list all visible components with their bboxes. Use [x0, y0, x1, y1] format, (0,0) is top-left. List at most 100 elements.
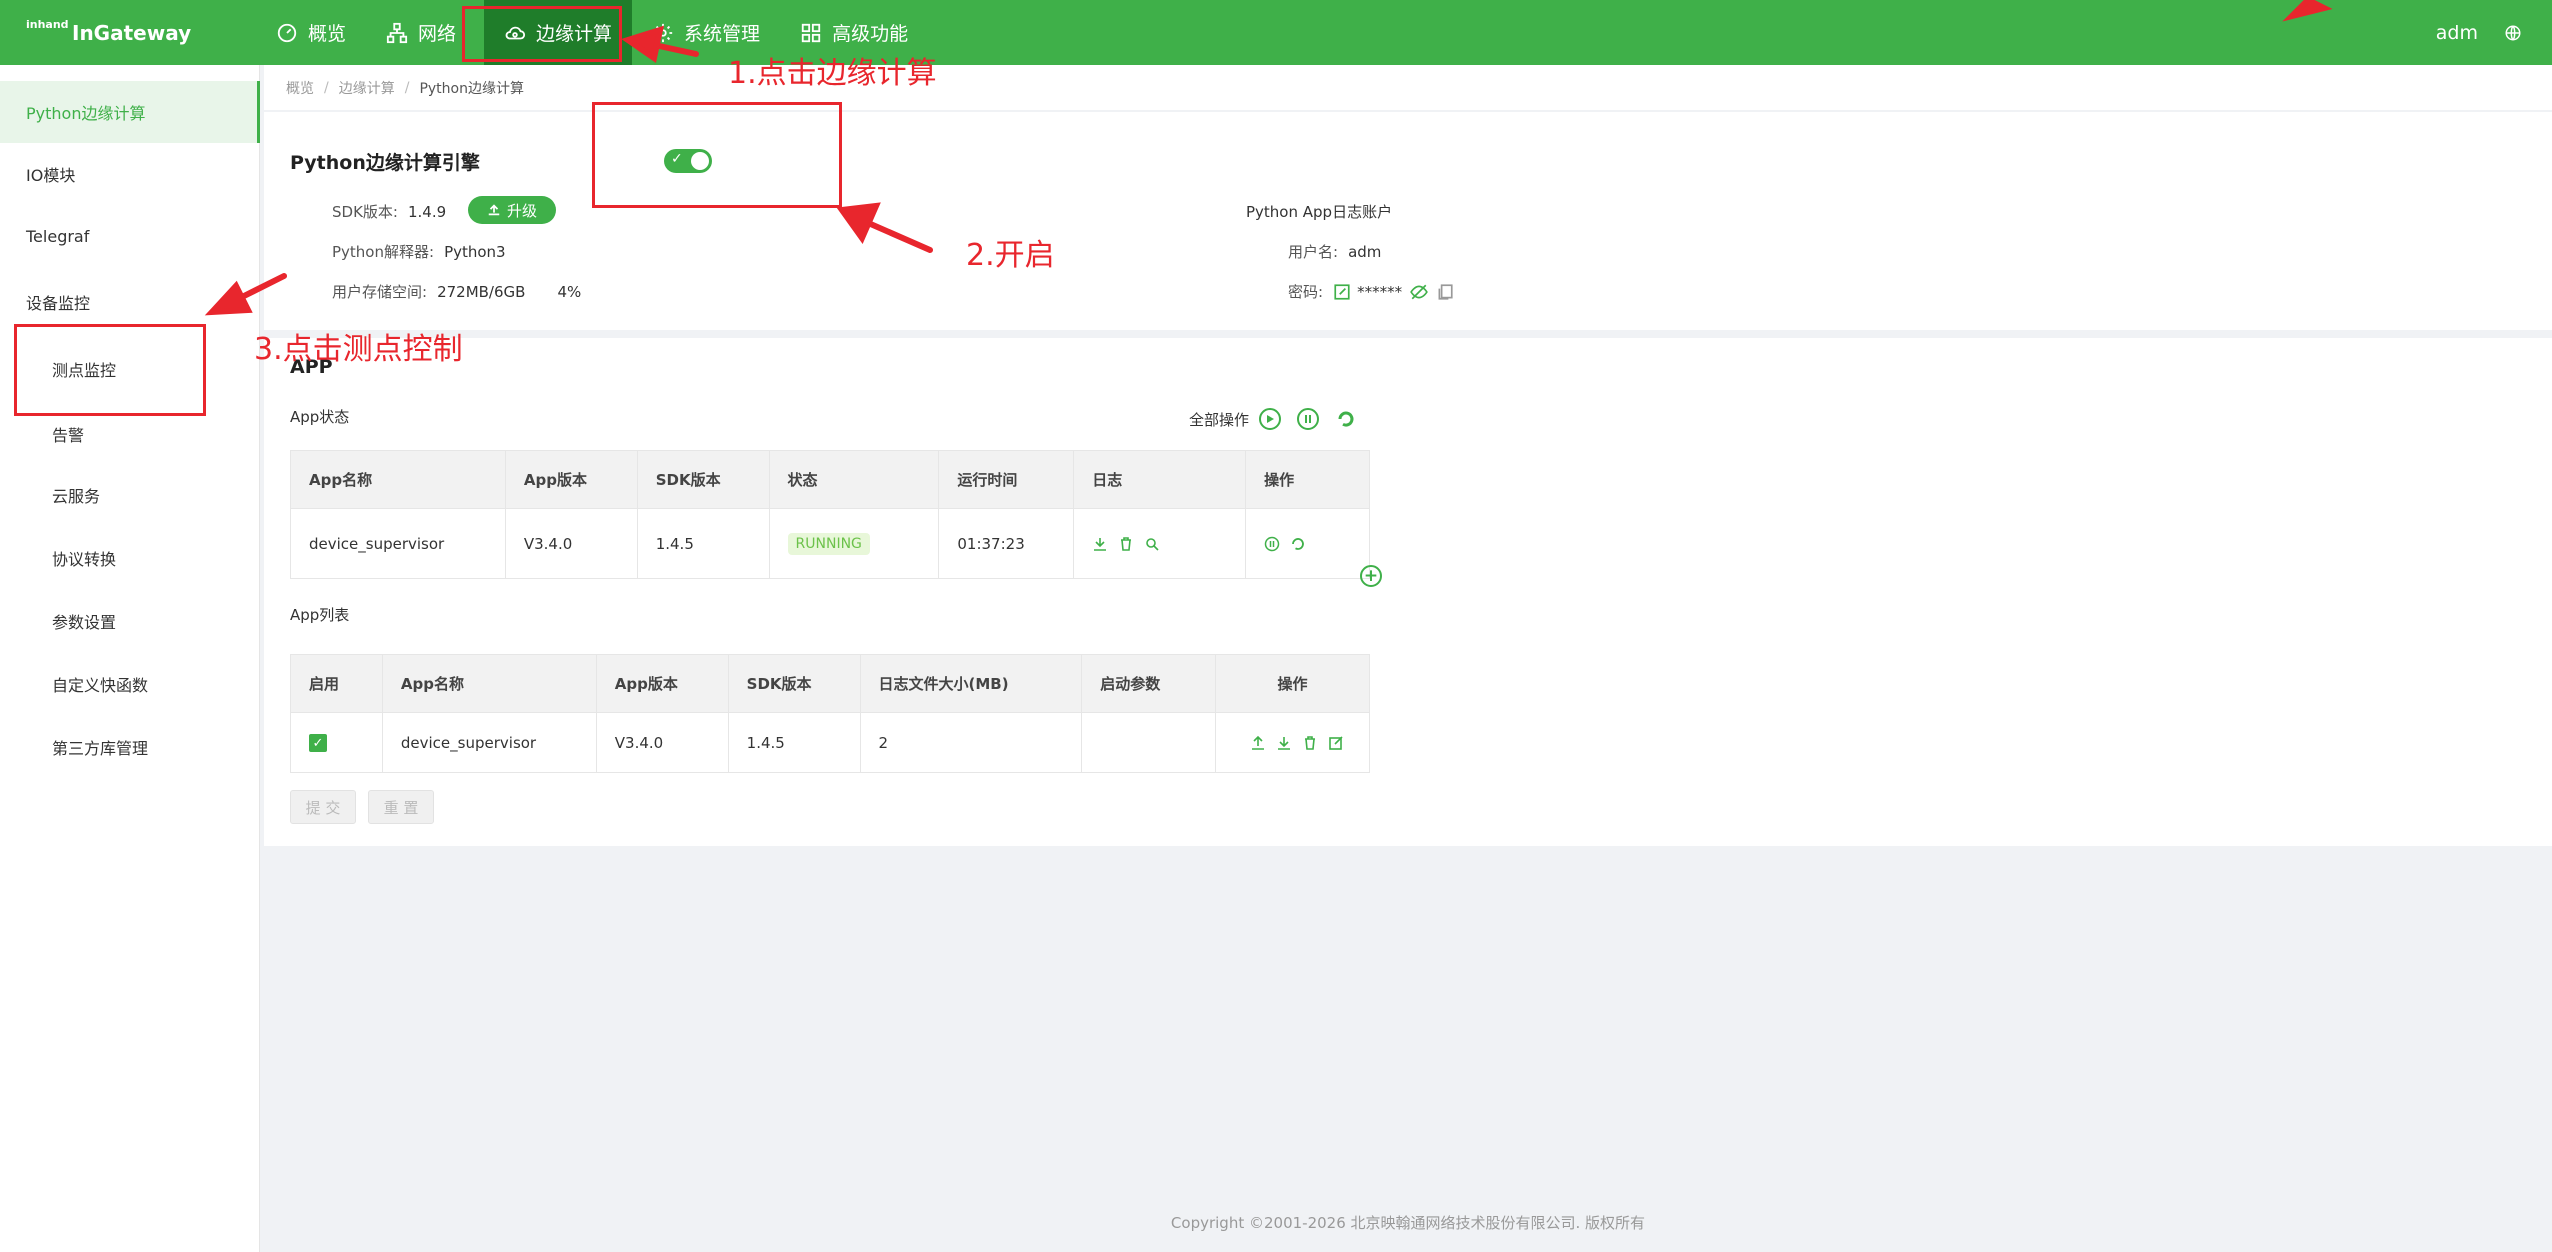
- engine-title: Python边缘计算引擎: [290, 152, 480, 174]
- sidebar-item-label: 云服务: [52, 487, 101, 506]
- nav-label: 高级功能: [832, 23, 909, 45]
- sidebar-item-label: IO模块: [26, 166, 76, 185]
- header-right: adm: [2436, 0, 2522, 65]
- col-header: 日志文件大小(MB): [859, 654, 1083, 713]
- interpreter-label: Python解释器:: [332, 243, 435, 261]
- breadcrumb-item[interactable]: 边缘计算: [339, 78, 395, 98]
- edit-icon[interactable]: [1328, 735, 1344, 751]
- storage-label: 用户存储空间:: [332, 283, 428, 301]
- search-icon[interactable]: [1144, 536, 1160, 552]
- logo-mark-icon: inhand: [26, 16, 69, 50]
- sidebar-item-python-edge[interactable]: Python边缘计算: [0, 81, 260, 143]
- col-header: 启用: [290, 654, 383, 713]
- status-cell: RUNNING: [768, 508, 940, 579]
- storage-percent: 4%: [557, 282, 582, 301]
- download-icon[interactable]: [1092, 536, 1108, 552]
- globe-icon[interactable]: [2504, 24, 2522, 42]
- sdk-version-cell: 1.4.5: [636, 508, 770, 579]
- upload-icon: [488, 204, 500, 216]
- nav-item-network[interactable]: 网络: [366, 0, 476, 65]
- sidebar: Python边缘计算 IO模块 Telegraf 设备监控 测点监控 告警 云服…: [0, 65, 260, 1252]
- log-size-cell: 2: [859, 712, 1083, 773]
- pause-icon[interactable]: [1264, 536, 1280, 552]
- annotation-box-edge-computing: [462, 6, 622, 62]
- sidebar-item-params[interactable]: 参数设置: [0, 590, 260, 652]
- logo: inhand InGateway: [26, 16, 191, 50]
- enable-checkbox[interactable]: ✓: [309, 734, 327, 753]
- app-status-table: App名称 App版本 SDK版本 状态 运行时间 日志 操作 device_s…: [290, 450, 1370, 579]
- sidebar-item-cloud-service[interactable]: 云服务: [0, 464, 260, 526]
- sidebar-item-custom-functions[interactable]: 自定义快函数: [0, 653, 260, 715]
- reset-button[interactable]: 重 置: [368, 790, 434, 824]
- delete-icon[interactable]: [1302, 735, 1318, 751]
- password-value: ******: [1357, 282, 1403, 301]
- sdk-version-label: SDK版本:: [332, 203, 398, 221]
- status-badge: RUNNING: [787, 532, 870, 555]
- col-header: 操作: [1245, 450, 1370, 509]
- uptime-cell: 01:37:23: [938, 508, 1075, 579]
- download-icon[interactable]: [1276, 735, 1292, 751]
- app-name-cell: device_supervisor: [381, 712, 597, 773]
- footer-copyright: Copyright ©2001-2026 北京映翰通网络技术股份有限公司. 版权…: [1170, 1214, 1646, 1232]
- col-header: 日志: [1073, 450, 1247, 509]
- col-header: 状态: [768, 450, 940, 509]
- add-app-button[interactable]: +: [1360, 565, 1382, 587]
- python-interpreter: Python解释器: Python3: [332, 241, 506, 262]
- user-storage: 用户存储空间: 272MB/6GB 4%: [332, 281, 581, 302]
- sidebar-item-third-party-libs[interactable]: 第三方库管理: [0, 716, 260, 778]
- play-icon[interactable]: [1259, 408, 1282, 430]
- sdk-version-value: 1.4.9: [407, 202, 447, 221]
- network-icon: [386, 22, 408, 43]
- sidebar-item-io-module[interactable]: IO模块: [0, 143, 260, 205]
- sdk-version: SDK版本: 1.4.9: [332, 201, 446, 222]
- delete-icon[interactable]: [1118, 536, 1134, 552]
- gear-icon: [653, 23, 673, 42]
- pause-icon[interactable]: [1297, 408, 1320, 430]
- upload-icon[interactable]: [1250, 735, 1266, 751]
- annotation-step2: 2.开启: [966, 238, 1055, 273]
- log-cell: [1073, 508, 1247, 579]
- col-header: 运行时间: [938, 450, 1075, 509]
- breadcrumb-item[interactable]: 概览: [286, 78, 314, 98]
- upgrade-button[interactable]: 升级: [468, 196, 556, 224]
- eye-off-icon[interactable]: [1410, 283, 1428, 301]
- actions-cell: [1245, 508, 1370, 579]
- log-account-title: Python App日志账户: [1246, 201, 1392, 222]
- annotation-box-measure: [14, 324, 206, 416]
- table-row: device_supervisor V3.4.0 1.4.5 RUNNING 0…: [290, 508, 1370, 579]
- restart-icon[interactable]: [1290, 536, 1306, 552]
- annotation-step3: 3.点击测点控制: [254, 332, 463, 367]
- app-status-title: App状态: [290, 408, 350, 426]
- sidebar-item-label: 第三方库管理: [52, 739, 149, 758]
- col-header: 操作: [1215, 654, 1370, 713]
- col-header: App版本: [504, 450, 638, 509]
- sidebar-item-telegraf[interactable]: Telegraf: [0, 205, 260, 267]
- table-row: ✓ device_supervisor V3.4.0 1.4.5 2: [290, 712, 1370, 773]
- submit-button[interactable]: 提 交: [290, 790, 356, 824]
- sidebar-item-label: Python边缘计算: [26, 104, 146, 123]
- enable-cell: ✓: [290, 712, 383, 773]
- nav-item-overview[interactable]: 概览: [256, 0, 366, 65]
- log-password: 密码: ******: [1288, 281, 1454, 302]
- edit-icon[interactable]: [1333, 283, 1351, 301]
- all-ops-label: 全部操作: [1189, 410, 1250, 429]
- logo-mark-text: inhand: [26, 18, 69, 31]
- breadcrumb-separator: /: [324, 79, 329, 96]
- sidebar-item-label: 设备监控: [26, 294, 91, 313]
- sidebar-item-label: 协议转换: [52, 550, 117, 569]
- logo-text: InGateway: [72, 21, 192, 45]
- copy-icon[interactable]: [1436, 283, 1454, 301]
- col-header: App名称: [381, 654, 597, 713]
- username-label: 用户名:: [1288, 243, 1339, 261]
- breadcrumb-current: Python边缘计算: [419, 80, 524, 97]
- restart-icon[interactable]: [1335, 408, 1357, 430]
- grid-icon: [801, 23, 821, 42]
- sidebar-item-label: 参数设置: [52, 613, 117, 632]
- sidebar-item-protocol-convert[interactable]: 协议转换: [0, 527, 260, 589]
- col-header: SDK版本: [636, 450, 770, 509]
- breadcrumb-separator: /: [404, 79, 410, 96]
- user-menu[interactable]: adm: [2436, 22, 2478, 44]
- annotation-box-toggle: [592, 102, 842, 208]
- annotation-step1: 1.点击边缘计算: [728, 56, 937, 91]
- actions-cell: [1215, 712, 1370, 773]
